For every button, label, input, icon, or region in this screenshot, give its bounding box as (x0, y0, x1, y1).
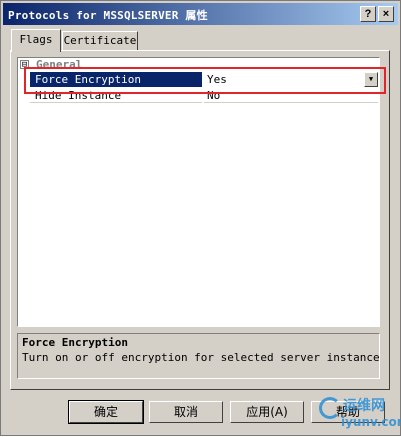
property-row-force-encryption[interactable]: Force Encryption Yes ▼ (30, 72, 380, 87)
property-row-hide-instance[interactable]: Hide Instance No (30, 88, 380, 103)
collapse-icon[interactable]: ⊟ (20, 60, 29, 70)
watermark-cn: 运维网 (343, 398, 385, 414)
help-title-button[interactable]: ? (360, 6, 376, 22)
tab-certificate[interactable]: Certificate (62, 31, 138, 50)
property-grid[interactable]: ⊟ General Force Encryption Yes ▼ Hide In… (17, 57, 380, 327)
watermark-logo-icon (319, 397, 341, 419)
property-name[interactable]: Force Encryption (30, 72, 202, 87)
window-title: Protocols for MSSQLSERVER 属性 (8, 9, 208, 22)
properties-dialog: Protocols for MSSQLSERVER 属性 ? × Certifi… (0, 0, 401, 436)
category-label: General (36, 58, 83, 71)
property-value-select[interactable]: Yes ▼ (204, 72, 378, 87)
close-button[interactable]: × (378, 6, 394, 22)
property-name[interactable]: Hide Instance (30, 88, 202, 103)
cancel-button[interactable]: 取消 (149, 401, 223, 423)
description-title: Force Encryption (22, 336, 128, 349)
tab-flags[interactable]: Flags (11, 29, 61, 52)
watermark: 运维网 iyunv.com (319, 393, 401, 437)
property-value: Yes (207, 73, 227, 86)
ok-button[interactable]: 确定 (68, 400, 144, 424)
property-value[interactable]: No (204, 88, 378, 103)
watermark-en: iyunv.com (341, 415, 401, 429)
dropdown-arrow-icon[interactable]: ▼ (364, 72, 378, 87)
title-bar[interactable]: Protocols for MSSQLSERVER 属性 ? × (3, 3, 398, 25)
apply-button[interactable]: 应用(A) (230, 401, 304, 423)
description-panel: Force Encryption Turn on or off encrypti… (17, 333, 380, 379)
description-text: Turn on or off encryption for selected s… (22, 351, 380, 364)
